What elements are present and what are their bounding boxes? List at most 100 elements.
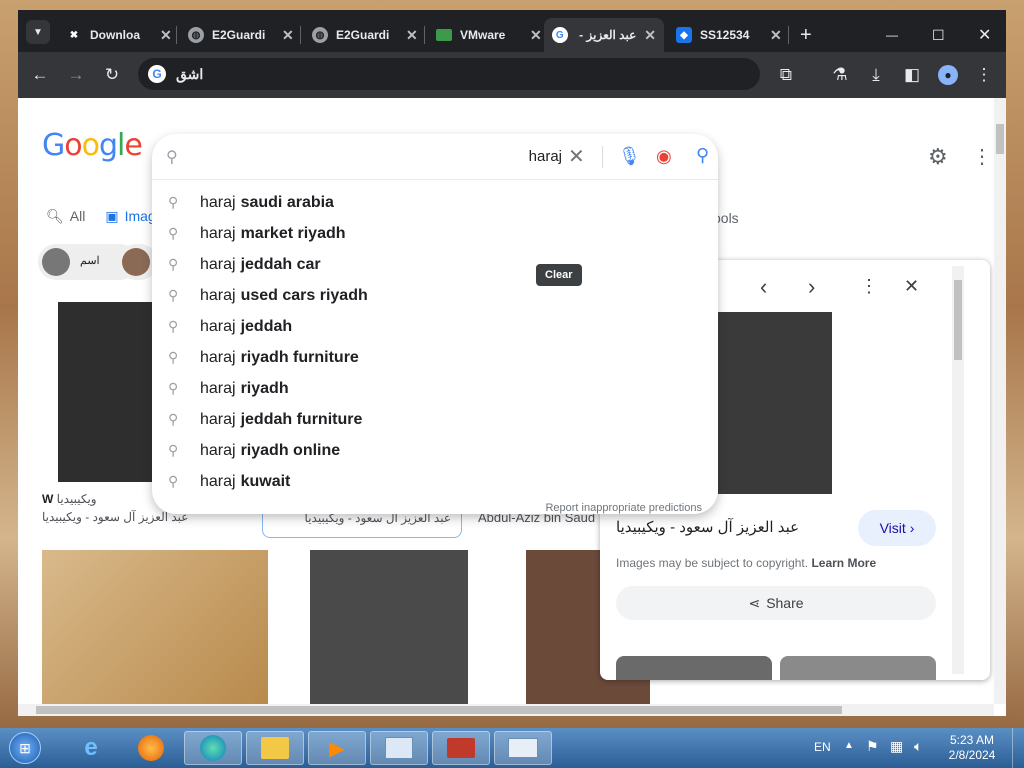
wikipedia-icon: W (42, 492, 54, 506)
clock-date: 2/8/2024 (948, 748, 996, 762)
windows-start-icon: ⊞ (9, 732, 41, 764)
network-icon[interactable]: ▦ (890, 738, 903, 755)
image-result[interactable] (58, 302, 158, 482)
close-tab-icon[interactable]: ✕ (530, 27, 542, 44)
arrow-right-icon: → (67, 65, 85, 84)
show-hidden-icons-button[interactable]: ▲ (844, 740, 854, 751)
settings-gear-icon[interactable]: ⚙ (928, 144, 948, 170)
labs-button[interactable]: ⚗ (828, 63, 852, 87)
tab-downloads[interactable]: ✖ Downloa ✕ (58, 18, 180, 52)
profile-button[interactable]: ● (936, 63, 960, 87)
suggestion-item[interactable]: ⚲ haraj riyadh (152, 373, 718, 404)
close-tab-icon[interactable]: ✕ (406, 27, 418, 44)
suggestion-item[interactable]: ⚲ haraj riyadh online (152, 435, 718, 466)
forward-button[interactable]: → (64, 63, 88, 87)
search-input[interactable]: haraj (192, 148, 562, 165)
address-text: اشق (176, 65, 204, 82)
taskbar-keyboard[interactable] (494, 731, 552, 765)
address-bar[interactable]: G اشق (138, 58, 760, 90)
related-image[interactable] (780, 656, 936, 680)
extensions-button[interactable]: ⧉ (774, 63, 798, 87)
chevron-right-icon: › (808, 274, 816, 299)
action-center-icon[interactable]: ⚑ (866, 738, 879, 755)
voice-search-button[interactable]: 🎙︎ (618, 146, 641, 167)
suggestion-item[interactable]: ⚲ haraj market riyadh (152, 218, 718, 249)
tab-vmware[interactable]: VMware ✕ (428, 18, 550, 52)
prev-button[interactable]: ‹ (760, 274, 767, 300)
search-bar: ⚲ haraj ✕ 🎙︎ ◉ ⚲ (152, 134, 718, 180)
taskbar-ie[interactable]: e (62, 731, 120, 765)
share-button[interactable]: ⋖ Share (616, 586, 936, 620)
clear-button[interactable]: ✕ (568, 144, 585, 169)
close-panel-button[interactable]: ✕ (904, 276, 919, 297)
tab-search-button[interactable]: ▼ (26, 20, 50, 44)
keyboard-icon (508, 738, 538, 758)
suggestion-item[interactable]: ⚲ haraj used cars riyadh (152, 280, 718, 311)
tab-e2guardian-2[interactable]: ◍ E2Guardi ✕ (304, 18, 426, 52)
suggestion-item[interactable]: ⚲ haraj jeddah car (152, 249, 718, 280)
volume-muted-icon[interactable]: 🔈︎ (914, 738, 922, 755)
search-suggestions-dropdown: ⚲ haraj ✕ 🎙︎ ◉ ⚲ ⚲ haraj saudi arabia ⚲ har… (152, 134, 718, 514)
suggestion-item[interactable]: ⚲ haraj jeddah furniture (152, 404, 718, 435)
close-tab-icon[interactable]: ✕ (160, 27, 172, 44)
taskbar-edge[interactable] (184, 731, 242, 765)
close-tab-icon[interactable]: ✕ (282, 27, 294, 44)
chip-label: اسم (80, 255, 100, 267)
learn-more-link[interactable]: Learn More (811, 556, 876, 570)
system-clock[interactable]: 5:23 AM 2/8/2024 (942, 733, 1002, 763)
menu-button[interactable]: ⋮ (972, 63, 996, 87)
taskbar-firefox[interactable] (122, 731, 180, 765)
reload-icon: ↻ (104, 65, 120, 84)
minimize-button[interactable]: — (878, 18, 906, 52)
start-button[interactable]: ⊞ (2, 731, 48, 765)
close-tab-icon[interactable]: ✕ (644, 27, 656, 44)
plus-icon: + (800, 23, 812, 46)
search-submit-button[interactable]: ⚲ (696, 145, 709, 166)
close-icon: ✕ (568, 146, 585, 168)
more-options-button[interactable]: ⋮ (860, 276, 878, 297)
tab-all[interactable]: All (70, 208, 86, 225)
search-icon: ⚲ (168, 442, 179, 458)
page-vertical-scrollbar[interactable] (994, 98, 1006, 704)
edge-icon (200, 735, 226, 761)
google-icon: G (148, 65, 166, 83)
page-horizontal-scrollbar[interactable] (18, 704, 994, 716)
reload-button[interactable]: ↻ (100, 63, 124, 87)
suggestion-item[interactable]: ⚲ haraj jeddah (152, 311, 718, 342)
preview-image[interactable] (718, 312, 832, 494)
close-tab-icon[interactable]: ✕ (770, 27, 782, 44)
visit-button[interactable]: Visit › (858, 510, 936, 546)
close-window-button[interactable]: ✕ (970, 18, 999, 52)
maximize-button[interactable]: ☐ (924, 18, 953, 52)
taskbar-media[interactable]: ▶ (308, 731, 366, 765)
tab-e2guardian-1[interactable]: ◍ E2Guardi ✕ (180, 18, 302, 52)
panel-scrollbar[interactable] (952, 266, 964, 674)
scrollbar-thumb[interactable] (996, 124, 1004, 154)
suggestion-item[interactable]: ⚲ haraj saudi arabia (152, 187, 718, 218)
report-predictions-link[interactable]: Report inappropriate predictions (545, 502, 702, 514)
back-button[interactable]: ← (28, 63, 52, 87)
next-button[interactable]: › (808, 274, 815, 300)
taskbar-control-panel[interactable] (370, 731, 428, 765)
google-logo[interactable]: Google (42, 128, 143, 163)
side-panel-button[interactable]: ◧ (900, 63, 924, 87)
browser-window: ▼ ✖ Downloa ✕ ◍ E2Guardi ✕ ◍ E2Guardi ✕ … (18, 10, 1006, 716)
tab-google-active[interactable]: G عبد العزيز - ✕ (544, 18, 664, 52)
tab-ss12534[interactable]: ◆ SS12534 ✕ (668, 18, 790, 52)
show-desktop-button[interactable] (1012, 728, 1024, 768)
lens-search-button[interactable]: ◉ (656, 146, 672, 167)
language-indicator[interactable]: EN (814, 740, 831, 754)
taskbar-explorer[interactable] (246, 731, 304, 765)
new-tab-button[interactable]: + (792, 18, 820, 52)
scrollbar-thumb[interactable] (36, 706, 842, 714)
panel-scrollbar-thumb[interactable] (954, 280, 962, 360)
calligraphy-image-result[interactable] (42, 550, 268, 706)
downloads-button[interactable]: ⤓ (864, 63, 888, 87)
taskbar-toolbox[interactable] (432, 731, 490, 765)
preview-title[interactable]: عبد العزيز آل سعود - ويكيبيديا (616, 518, 799, 536)
image-result[interactable] (310, 550, 468, 706)
suggestion-item[interactable]: ⚲ haraj riyadh furniture (152, 342, 718, 373)
suggestion-item[interactable]: ⚲ haraj kuwait (152, 466, 718, 497)
chevron-left-icon: ‹ (760, 274, 768, 299)
related-image[interactable] (616, 656, 772, 680)
